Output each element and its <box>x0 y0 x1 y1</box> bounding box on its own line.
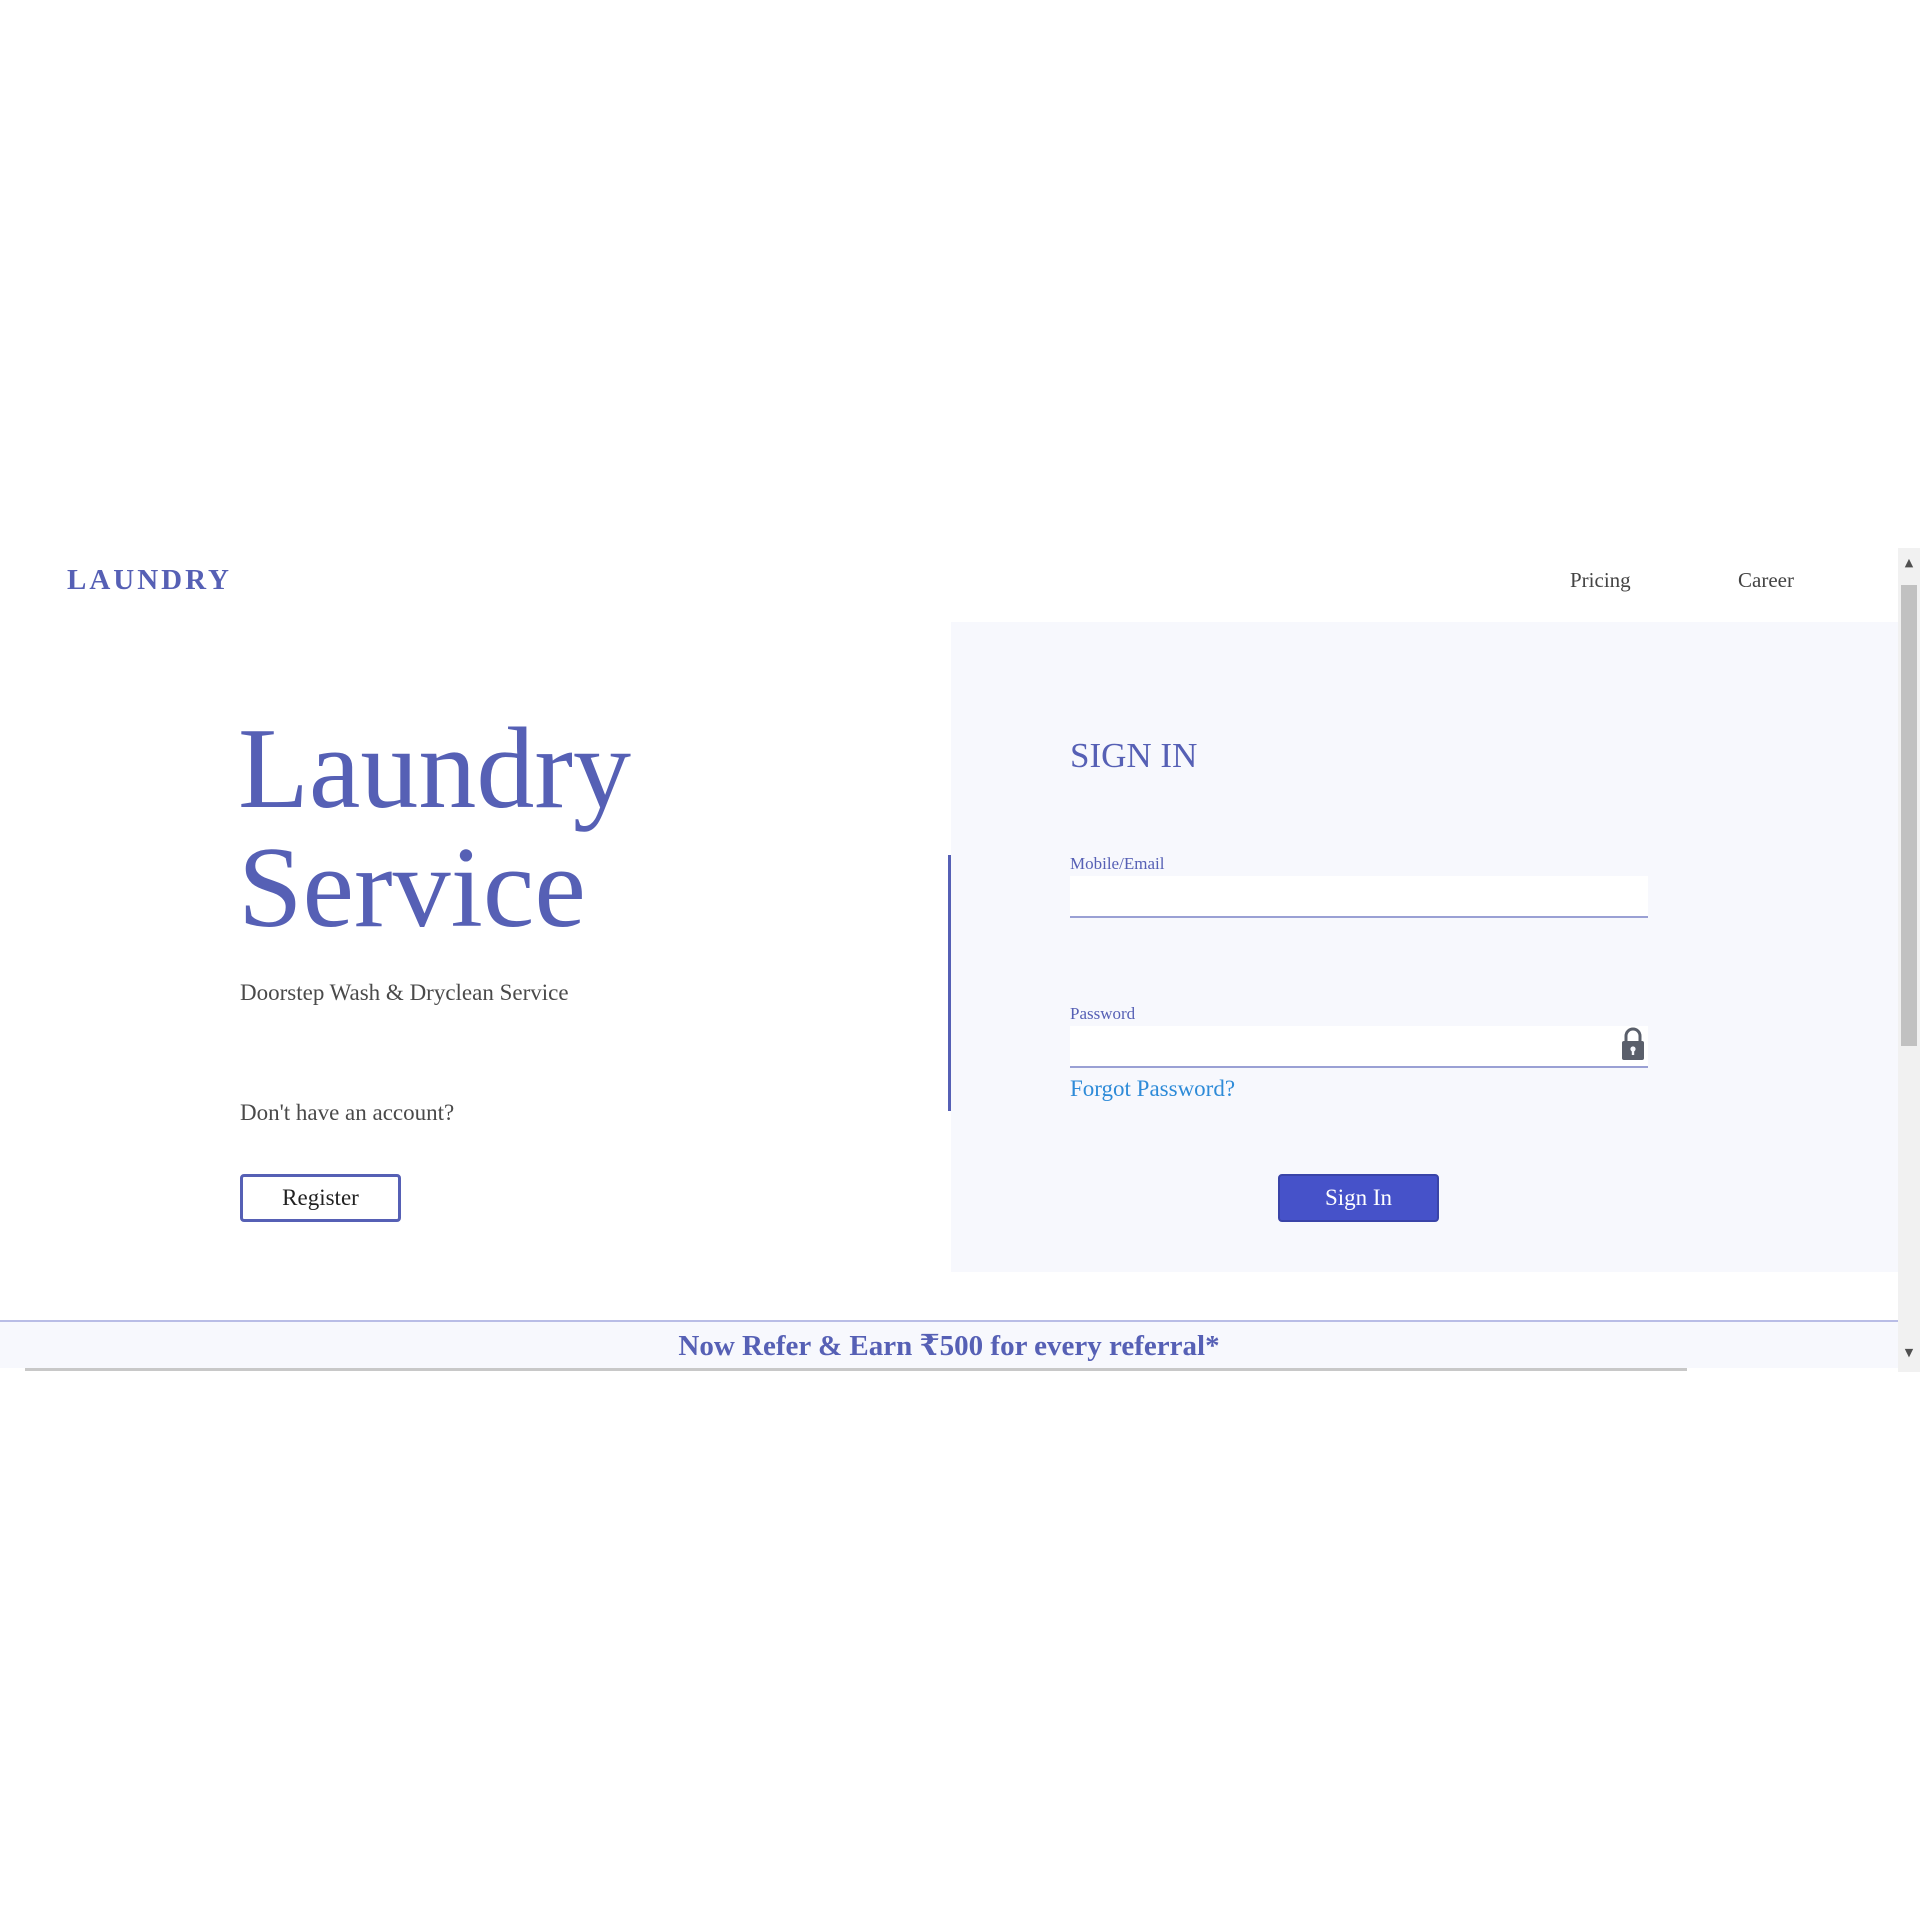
nav-link-career[interactable]: Career <box>1738 568 1794 593</box>
email-field-label: Mobile/Email <box>1070 854 1165 873</box>
password-field-label: Password <box>1070 1004 1136 1023</box>
horizontal-scrollbar[interactable] <box>25 1368 1687 1371</box>
browser-viewport: LAUNDRY Pricing Career Laundry Service D… <box>0 548 1920 1372</box>
no-account-text: Don't have an account? <box>240 1100 455 1125</box>
brand-logo[interactable]: LAUNDRY <box>67 564 232 597</box>
forgot-password-link[interactable]: Forgot Password? <box>1070 1076 1235 1102</box>
signin-panel: SIGN IN Mobile/Email Password Forgot Pas… <box>951 622 1898 1272</box>
sign-in-button[interactable]: Sign In <box>1278 1174 1439 1222</box>
vertical-scrollbar[interactable]: ▲ ▼ <box>1898 548 1920 1372</box>
email-field[interactable] <box>1070 876 1648 918</box>
referral-banner: Now Refer & Earn ₹500 for every referral… <box>0 1320 1898 1368</box>
register-button[interactable]: Register <box>240 1174 401 1222</box>
nav-link-pricing[interactable]: Pricing <box>1570 568 1631 593</box>
hero-title: Laundry Service <box>238 710 631 948</box>
scroll-down-icon[interactable]: ▼ <box>1898 1342 1920 1364</box>
hero-subtitle: Doorstep Wash & Dryclean Service <box>240 980 569 1005</box>
hero-title-line-2: Service <box>238 824 586 952</box>
signin-title: SIGN IN <box>1070 736 1198 775</box>
scroll-up-icon[interactable]: ▲ <box>1898 552 1920 574</box>
scrollbar-thumb[interactable] <box>1901 585 1917 1046</box>
referral-banner-text: Now Refer & Earn ₹500 for every referral… <box>678 1330 1220 1362</box>
lock-icon[interactable] <box>1620 1026 1646 1062</box>
hero-title-line-1: Laundry <box>238 705 631 833</box>
password-field[interactable] <box>1070 1026 1648 1068</box>
